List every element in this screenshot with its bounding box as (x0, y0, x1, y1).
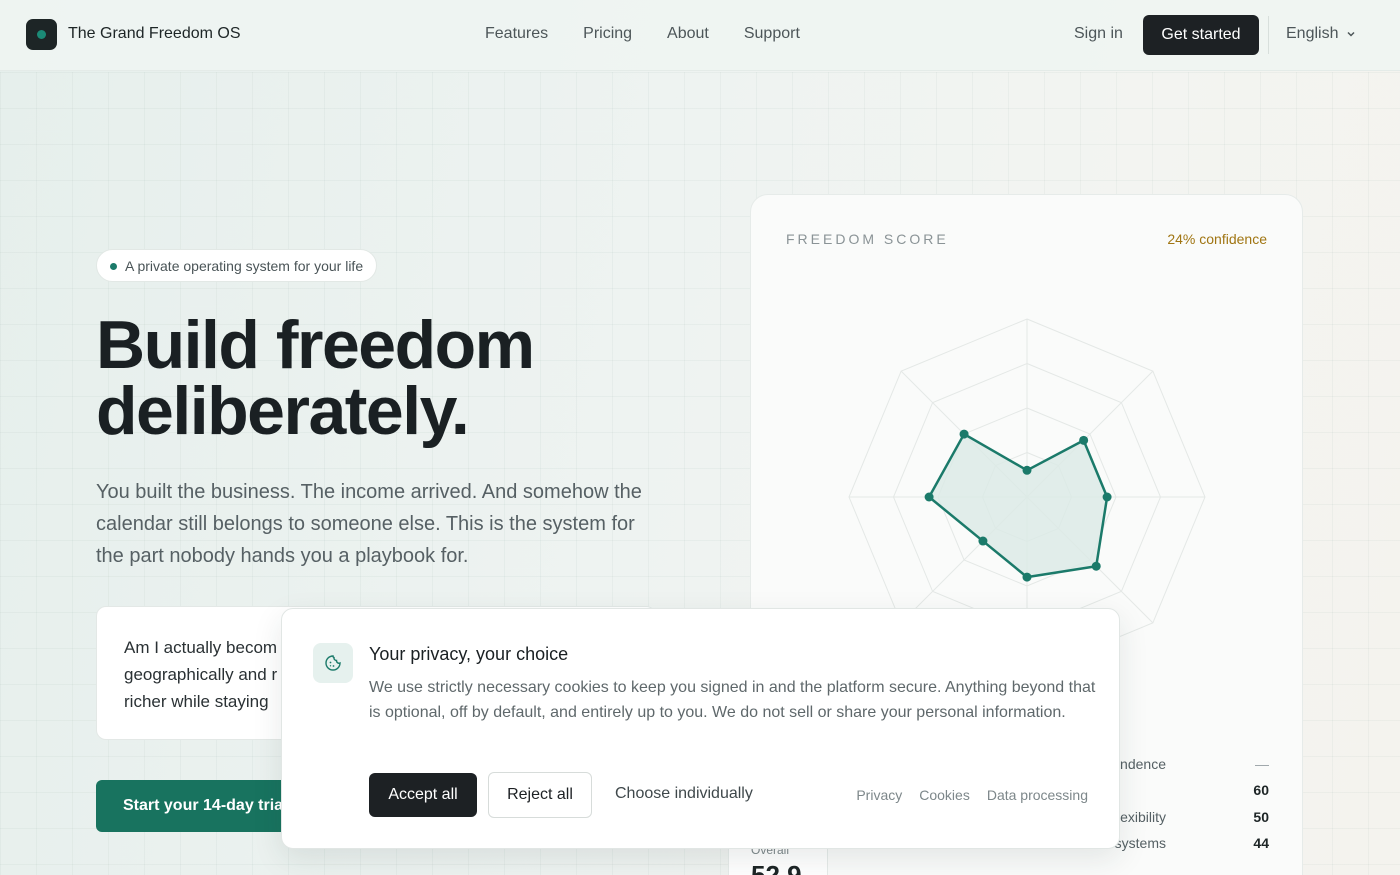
sign-in-link[interactable]: Sign in (1074, 25, 1123, 43)
nav-link-about[interactable]: About (667, 25, 709, 43)
reject-all-button[interactable]: Reject all (488, 772, 592, 818)
chevron-down-icon (1347, 31, 1356, 37)
radar-point (1079, 435, 1089, 445)
language-select[interactable]: English (1286, 25, 1356, 43)
badge-dot-icon (110, 263, 117, 270)
language-label: English (1286, 25, 1339, 42)
metric-value: — (1255, 756, 1269, 772)
metric-name: lexibility (1116, 809, 1166, 825)
radar-point (1102, 492, 1112, 502)
accept-all-button[interactable]: Accept all (369, 773, 477, 817)
radar-point (1022, 572, 1032, 582)
choose-individually-button[interactable]: Choose individually (615, 785, 753, 803)
radar-point (1091, 561, 1101, 571)
nav-link-pricing[interactable]: Pricing (583, 25, 632, 43)
radar-point (1022, 465, 1032, 475)
metric-name: systems (1114, 835, 1166, 851)
radar-score-shape (927, 432, 1109, 579)
hero-headline: Build freedom deliberately. (96, 307, 696, 449)
nav-link-support[interactable]: Support (744, 25, 800, 43)
get-started-button[interactable]: Get started (1143, 15, 1259, 55)
privacy-link[interactable]: Privacy (856, 787, 902, 803)
headline-line-1: Build freedom (96, 307, 535, 383)
radar-point (959, 429, 969, 439)
legal-links: Privacy Cookies Data processing (856, 787, 1088, 803)
hero-badge: A private operating system for your life (96, 249, 378, 282)
data-processing-link[interactable]: Data processing (987, 787, 1088, 803)
overall-value: 52.9 (751, 860, 802, 875)
nav-links: Features Pricing About Support (485, 25, 800, 43)
nav-link-features[interactable]: Features (485, 25, 548, 43)
metric-value: 50 (1253, 809, 1269, 825)
brand-name[interactable]: The Grand Freedom OS (68, 25, 241, 43)
nav-divider (1268, 16, 1269, 54)
cookie-icon (313, 643, 353, 683)
hero-badge-text: A private operating system for your life (125, 257, 364, 274)
hero-subtitle: You built the business. The income arriv… (96, 481, 642, 567)
metric-value: 44 (1253, 835, 1269, 851)
cookie-title: Your privacy, your choice (369, 644, 569, 664)
radar-point (924, 492, 934, 502)
headline-line-2: deliberately. (96, 373, 470, 449)
radar-point (978, 536, 988, 546)
top-nav: The Grand Freedom OS Features Pricing Ab… (0, 0, 1400, 71)
cookie-banner: Your privacy, your choice We use strictl… (281, 608, 1120, 849)
metric-value: 60 (1253, 782, 1269, 798)
logo-icon[interactable] (26, 19, 57, 50)
cookies-link[interactable]: Cookies (919, 787, 970, 803)
cookie-description: We use strictly necessary cookies to kee… (369, 679, 1096, 721)
